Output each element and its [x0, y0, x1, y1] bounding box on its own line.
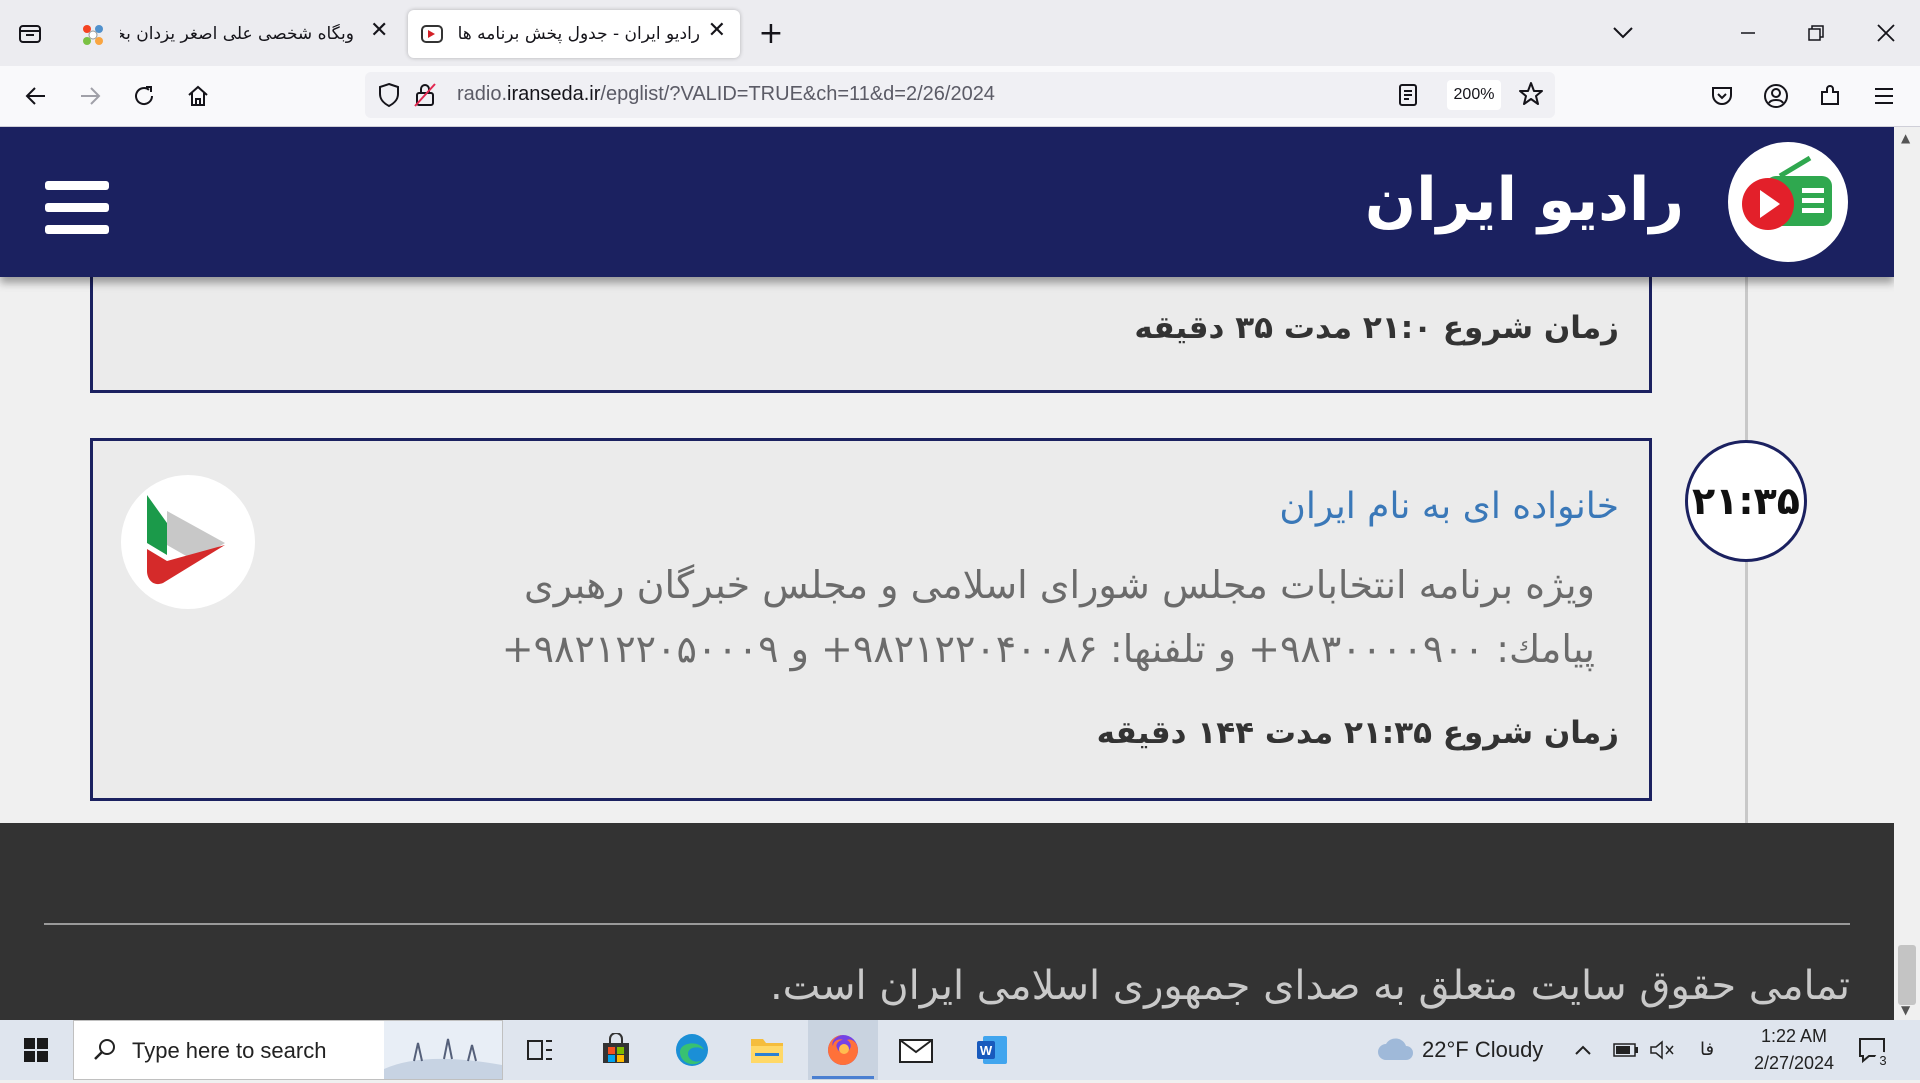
tab-radio-iran[interactable]: رادیو ایران - جدول پخش برنامه ها ✕ [408, 10, 740, 58]
active-window-underline [812, 1076, 874, 1079]
word-icon[interactable]: W [970, 1028, 1014, 1072]
minimize-icon[interactable] [1732, 17, 1764, 49]
site-footer: تمامی حقوق سایت متعلق به صدای جمهوری اسل… [0, 823, 1894, 1020]
radio-favicon-icon [420, 22, 444, 50]
copyright-text: تمامی حقوق سایت متعلق به صدای جمهوری اسل… [769, 963, 1850, 1009]
program-time-badge: ۲۱:۳۵ [1685, 440, 1807, 562]
program-title[interactable]: خانواده ای به نام ایران [1279, 486, 1619, 527]
volume-muted-icon[interactable] [1642, 1028, 1682, 1072]
firefox-icon [828, 1035, 858, 1065]
search-placeholder: Type here to search [132, 1038, 327, 1063]
file-explorer-icon[interactable] [745, 1028, 789, 1072]
url-domain: iranseda.ir [507, 83, 601, 105]
tab-bar: وبگاه شخصی علی اصغر یزدان بخش - ✕ رادیو … [0, 0, 1920, 66]
home-icon[interactable] [182, 80, 214, 112]
pocket-icon[interactable] [1706, 80, 1738, 112]
notification-center-icon[interactable]: 3 [1850, 1028, 1894, 1072]
chevron-up-icon[interactable] [1568, 1028, 1598, 1072]
edge-browser-icon[interactable] [670, 1028, 714, 1072]
site-header: رادیو ایران [0, 127, 1894, 277]
windows-taskbar: Type here to search W 22°F Cloudy فا 1:2… [0, 1020, 1920, 1080]
channel-logo [121, 475, 255, 609]
extensions-icon[interactable] [1814, 80, 1846, 112]
page-scrollbar[interactable]: ▲ ▼ [1894, 127, 1920, 1020]
page-content: زمان شروع ۲۱:۰ مدت ۳۵ دقیقه ۲۱:۳۵ خانواد… [0, 127, 1894, 1020]
weather-text[interactable]: 22°F Cloudy [1422, 1037, 1543, 1063]
bookmark-star-icon[interactable] [1518, 81, 1544, 111]
notification-count-badge: 3 [1874, 1052, 1892, 1070]
reload-icon[interactable] [128, 80, 160, 112]
program-description-line: پیامك: ۹۸۳۰۰۰۰۹۰۰+ و تلفنها: ۹۸۲۱۲۲۰۴۰۰۸… [501, 627, 1595, 671]
cloud-weather-icon[interactable] [1374, 1028, 1418, 1072]
reader-view-icon[interactable] [1397, 83, 1419, 111]
url-text[interactable]: radio.iranseda.ir/epglist/?VALID=TRUE&ch… [457, 83, 995, 106]
tab-personal-site[interactable]: وبگاه شخصی علی اصغر یزدان بخش - ✕ [64, 10, 400, 58]
shield-icon[interactable] [377, 82, 401, 112]
url-bar[interactable]: radio.iranseda.ir/epglist/?VALID=TRUE&ch… [365, 72, 1555, 118]
footer-divider [44, 923, 1850, 925]
site-title[interactable]: رادیو ایران [1365, 165, 1684, 235]
microsoft-store-icon[interactable] [594, 1028, 638, 1072]
close-icon[interactable]: ✕ [708, 18, 726, 43]
tab-title: وبگاه شخصی علی اصغر یزدان بخش - [120, 24, 354, 44]
joomla-favicon-icon [80, 22, 106, 52]
clock-time[interactable]: 1:22 AM [1754, 1026, 1834, 1047]
forward-arrow-icon[interactable] [74, 80, 106, 112]
chevron-down-icon[interactable] [1607, 17, 1639, 49]
url-path: /epglist/?VALID=TRUE&ch=11&d=2/26/2024 [600, 83, 995, 105]
program-description-line: ویژه برنامه انتخابات مجلس شورای اسلامی و… [523, 563, 1595, 607]
account-icon[interactable] [1760, 80, 1792, 112]
task-view-icon[interactable] [518, 1028, 562, 1072]
close-window-icon[interactable] [1870, 17, 1902, 49]
menu-icon[interactable] [1868, 80, 1900, 112]
restore-icon[interactable] [1800, 17, 1832, 49]
close-icon[interactable]: ✕ [370, 18, 388, 43]
search-icon [92, 1037, 118, 1067]
zoom-level[interactable]: 200% [1447, 80, 1501, 110]
tab-title: رادیو ایران - جدول پخش برنامه ها [457, 24, 700, 44]
scroll-thumb[interactable] [1898, 945, 1916, 1005]
battery-icon[interactable] [1606, 1028, 1646, 1072]
program-start-time: زمان شروع ۲۱:۰ مدت ۳۵ دقیقه [1134, 310, 1619, 346]
mail-icon[interactable] [894, 1028, 938, 1072]
search-highlight-image [384, 1021, 502, 1079]
new-tab-icon[interactable]: + [755, 16, 787, 51]
program-start-time: زمان شروع ۲۱:۳۵ مدت ۱۴۴ دقیقه [1096, 715, 1619, 751]
windows-start-icon[interactable] [14, 1028, 58, 1072]
nav-bar: radio.iranseda.ir/epglist/?VALID=TRUE&ch… [0, 66, 1920, 127]
taskbar-search[interactable]: Type here to search [73, 1020, 503, 1080]
input-language[interactable]: فا [1700, 1039, 1714, 1060]
firefox-taskbar-button[interactable] [808, 1020, 878, 1080]
program-description: ویژه برنامه انتخابات مجلس شورای اسلامی و… [295, 553, 1595, 681]
scroll-down-icon[interactable]: ▼ [1901, 1003, 1910, 1017]
program-card: خانواده ای به نام ایران ویژه برنامه انتخ… [90, 438, 1652, 801]
scroll-up-icon[interactable]: ▲ [1901, 131, 1910, 145]
url-prefix: radio. [457, 83, 508, 105]
insecure-lock-icon[interactable] [413, 82, 437, 112]
hamburger-menu-icon[interactable] [45, 181, 109, 235]
tab-list-icon[interactable] [14, 17, 46, 49]
radio-iran-logo[interactable] [1728, 142, 1848, 262]
svg-text:W: W [980, 1043, 993, 1058]
clock-date[interactable]: 2/27/2024 [1740, 1053, 1848, 1074]
back-arrow-icon[interactable] [20, 80, 52, 112]
